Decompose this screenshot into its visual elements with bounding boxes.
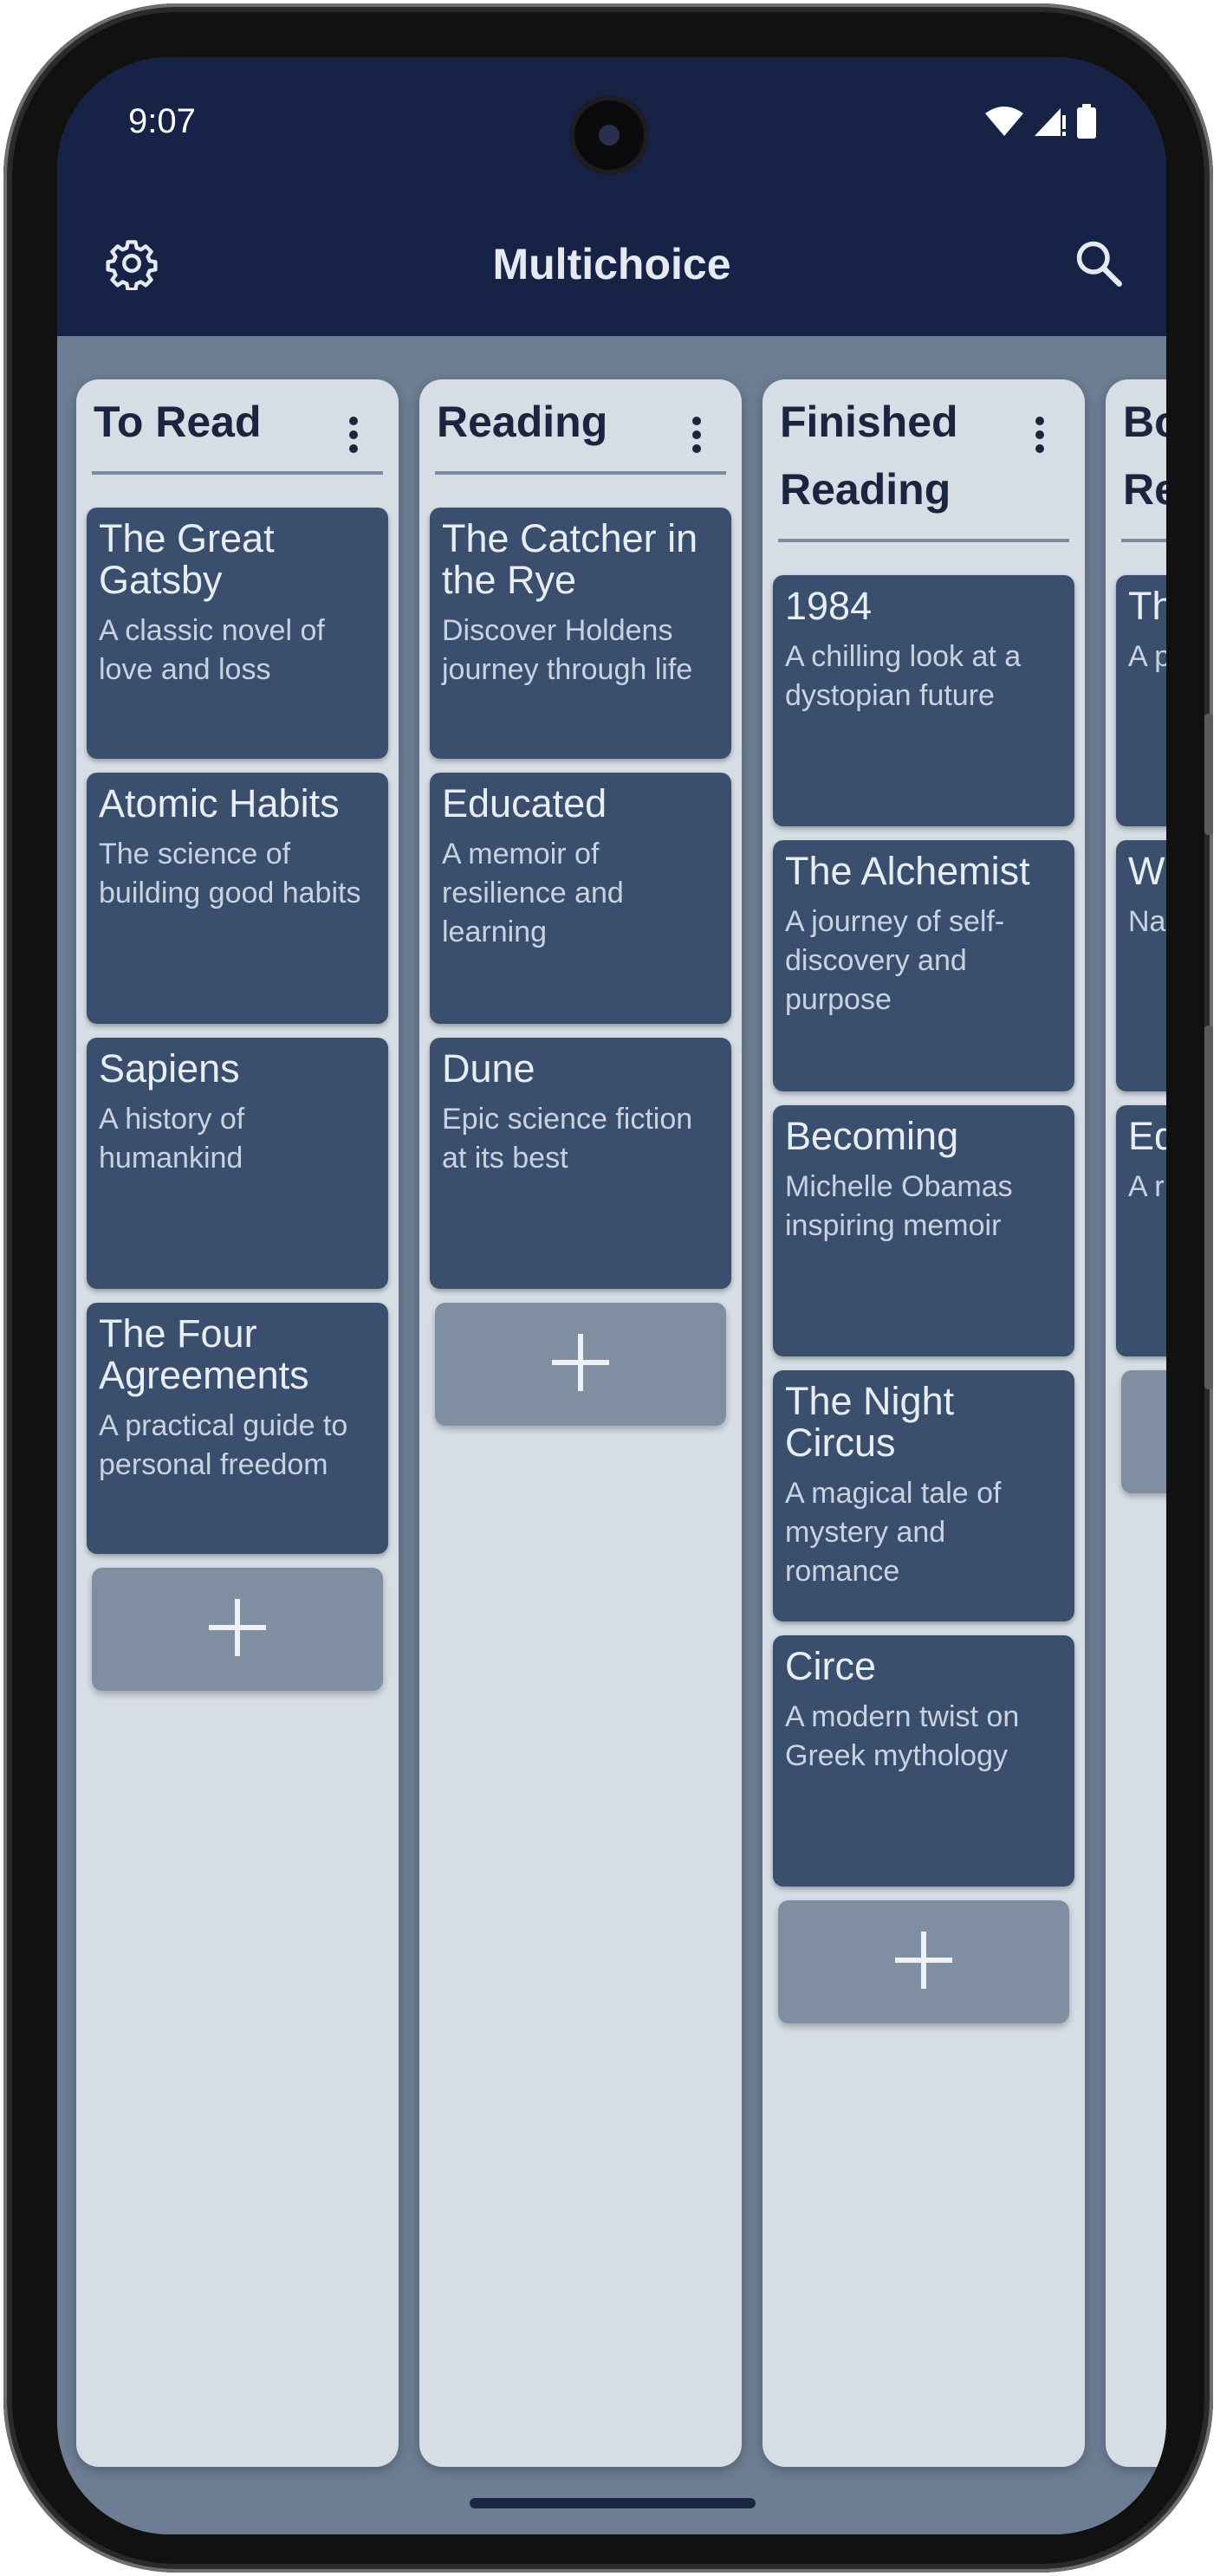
book-card[interactable]: Circe A modern twist on Greek mythology	[773, 1635, 1074, 1887]
battery-icon	[1076, 104, 1097, 143]
search-button[interactable]	[1064, 230, 1133, 300]
card-title: The Catcher in the Rye	[442, 516, 698, 602]
plus-icon	[209, 1598, 266, 1660]
card-title: The Paulo	[1128, 584, 1166, 628]
add-card-button[interactable]	[778, 1900, 1069, 2023]
column-finished-reading: Finished Reading 1984 A chilling look at…	[762, 379, 1085, 2467]
book-card[interactable]: The Great Gatsby A classic novel of love…	[87, 508, 388, 759]
card-title: The Alchemist	[785, 849, 1030, 893]
more-vert-icon	[691, 416, 702, 458]
phone-frame: 9:07 Multichoice To Read The Great Gatsb…	[3, 3, 1213, 2573]
column-header: To Read	[76, 379, 399, 456]
card-title: Circe	[785, 1644, 877, 1688]
card-description: A r of ad	[1128, 1170, 1166, 1203]
camera-cutout	[569, 95, 649, 175]
status-icons	[984, 104, 1097, 143]
column-header: Finished Reading	[762, 379, 1085, 523]
card-description: A magical tale of mystery and romance	[785, 1477, 1002, 1588]
column-menu-button[interactable]	[1022, 412, 1057, 461]
card-description: The science of building good habits	[99, 838, 361, 909]
book-card[interactable]: W Cr Na an	[1116, 840, 1166, 1091]
card-description: A journey of self-discovery and purpose	[785, 905, 1005, 1016]
column-title: Finished Reading	[780, 398, 958, 514]
book-card[interactable]: The Paulo A p thr yo	[1116, 575, 1166, 826]
card-description: A history of humankind	[99, 1103, 245, 1175]
book-card[interactable]: Atomic Habits The science of building go…	[87, 773, 388, 1024]
book-card[interactable]: Ed A r of ad	[1116, 1105, 1166, 1356]
card-title: Atomic Habits	[99, 781, 340, 825]
card-description: A classic novel of love and loss	[99, 614, 325, 686]
signal-icon	[1033, 105, 1068, 142]
book-card[interactable]: Dune Epic science fiction at its best	[430, 1038, 731, 1289]
card-title: W Cr	[1128, 849, 1166, 893]
book-card[interactable]: The Night Circus A magical tale of myste…	[773, 1370, 1074, 1621]
book-card[interactable]: Becoming Michelle Obamas inspiring memoi…	[773, 1105, 1074, 1356]
screen: 9:07 Multichoice To Read The Great Gatsb…	[57, 57, 1166, 2534]
card-list: 1984 A chilling look at a dystopian futu…	[762, 542, 1085, 2023]
power-button	[1204, 1026, 1213, 1389]
more-vert-icon	[348, 416, 359, 458]
card-description: A practical guide to personal freedom	[99, 1409, 348, 1481]
card-description: A modern twist on Greek mythology	[785, 1700, 1020, 1772]
column-reading: Reading The Catcher in the Rye Discover …	[419, 379, 742, 2467]
card-description: Epic science fiction at its best	[442, 1103, 693, 1175]
book-card[interactable]: Sapiens A history of humankind	[87, 1038, 388, 1289]
card-description: A chilling look at a dystopian future	[785, 640, 1022, 712]
book-card[interactable]: The Four Agreements A practical guide to…	[87, 1303, 388, 1554]
card-title: The Four Agreements	[99, 1311, 309, 1397]
home-indicator[interactable]	[470, 2498, 756, 2508]
card-title: 1984	[785, 584, 873, 628]
column-title: Reading	[437, 398, 608, 446]
card-title: Becoming	[785, 1114, 959, 1158]
app-bar: 9:07 Multichoice	[57, 57, 1166, 336]
card-title: The Great Gatsby	[99, 516, 275, 602]
volume-button	[1204, 714, 1213, 835]
card-title: Educated	[442, 781, 607, 825]
column-title: To Read	[94, 398, 262, 446]
plus-icon	[895, 1931, 952, 1993]
card-description: A p thr yo	[1128, 640, 1166, 673]
book-card[interactable]: The Alchemist A journey of self-discover…	[773, 840, 1074, 1091]
column-to-read: To Read The Great Gatsby A classic novel…	[76, 379, 399, 2467]
column-menu-button[interactable]	[336, 412, 371, 461]
card-description: Na an	[1128, 905, 1166, 938]
book-card[interactable]: The Catcher in the Rye Discover Holdens …	[430, 508, 731, 759]
add-card-button[interactable]	[435, 1303, 726, 1426]
more-vert-icon	[1035, 416, 1045, 458]
card-list: The Great Gatsby A classic novel of love…	[76, 475, 399, 1691]
card-list: The Catcher in the Rye Discover Holdens …	[419, 475, 742, 1426]
search-icon	[1073, 237, 1125, 294]
column-title: Book Recommendations	[1123, 398, 1166, 514]
book-card[interactable]: 1984 A chilling look at a dystopian futu…	[773, 575, 1074, 826]
book-card[interactable]: Educated A memoir of resilience and lear…	[430, 773, 731, 1024]
add-card-button[interactable]	[1121, 1370, 1166, 1493]
card-description: A memoir of resilience and learning	[442, 838, 624, 948]
card-title: Ed	[1128, 1114, 1166, 1158]
column-header: Book Recommendations	[1106, 379, 1166, 523]
add-card-button[interactable]	[92, 1568, 383, 1691]
column-book-recommendations: Book Recommendations The Paulo A p thr y…	[1106, 379, 1166, 2467]
column-header: Reading	[419, 379, 742, 456]
card-description: Discover Holdens journey through life	[442, 614, 693, 686]
card-title: Sapiens	[99, 1046, 240, 1091]
status-time: 9:07	[128, 102, 196, 140]
card-title: Dune	[442, 1046, 535, 1091]
card-list: The Paulo A p thr yo W Cr Na an Ed A r o…	[1106, 542, 1166, 1493]
board: To Read The Great Gatsby A classic novel…	[57, 336, 1166, 2534]
wifi-icon	[984, 105, 1024, 142]
plus-icon	[552, 1333, 609, 1395]
app-title: Multichoice	[492, 240, 731, 288]
column-menu-button[interactable]	[679, 412, 714, 461]
card-title: The Night Circus	[785, 1379, 955, 1465]
card-description: Michelle Obamas inspiring memoir	[785, 1170, 1013, 1242]
